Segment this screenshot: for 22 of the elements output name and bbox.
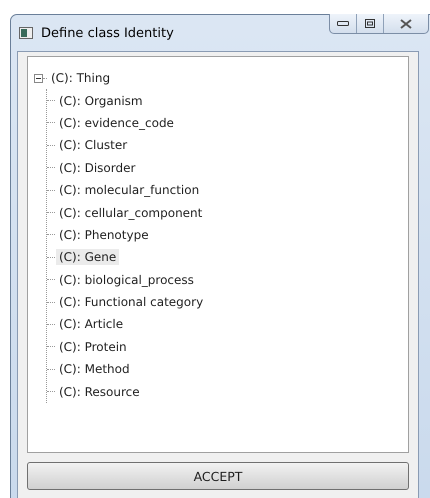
- tree-item[interactable]: (C): Method: [56, 361, 133, 378]
- tree-item[interactable]: (C): Cluster: [56, 137, 130, 154]
- window-title: Define class Identity: [41, 26, 174, 40]
- minimize-icon: [337, 20, 349, 26]
- tree-item[interactable]: (C): Disorder: [56, 160, 138, 176]
- tree-item[interactable]: (C): Organism: [56, 92, 146, 109]
- maximize-icon: [365, 19, 375, 28]
- tree-item[interactable]: (C): Thing: [48, 70, 114, 86]
- tree-item[interactable]: (C): evidence_code: [56, 114, 177, 131]
- window-icon: [19, 27, 33, 39]
- close-icon: [400, 18, 412, 28]
- tree-item[interactable]: (C): Article: [56, 316, 126, 332]
- tree-item[interactable]: (C): biological_process: [56, 272, 197, 288]
- tree-item[interactable]: (C): Phenotype: [56, 226, 152, 243]
- tree-item[interactable]: (C): molecular_function: [56, 182, 202, 198]
- collapse-icon[interactable]: [34, 74, 43, 83]
- tree-item[interactable]: (C): Functional category: [56, 294, 206, 310]
- tree-item[interactable]: (C): Resource: [56, 384, 143, 400]
- accept-button[interactable]: ACCEPT: [27, 462, 409, 490]
- tree-item[interactable]: (C): Protein: [56, 338, 130, 355]
- tree-item[interactable]: (C): cellular_component: [56, 204, 206, 221]
- tree-item[interactable]: (C): Gene: [56, 249, 120, 266]
